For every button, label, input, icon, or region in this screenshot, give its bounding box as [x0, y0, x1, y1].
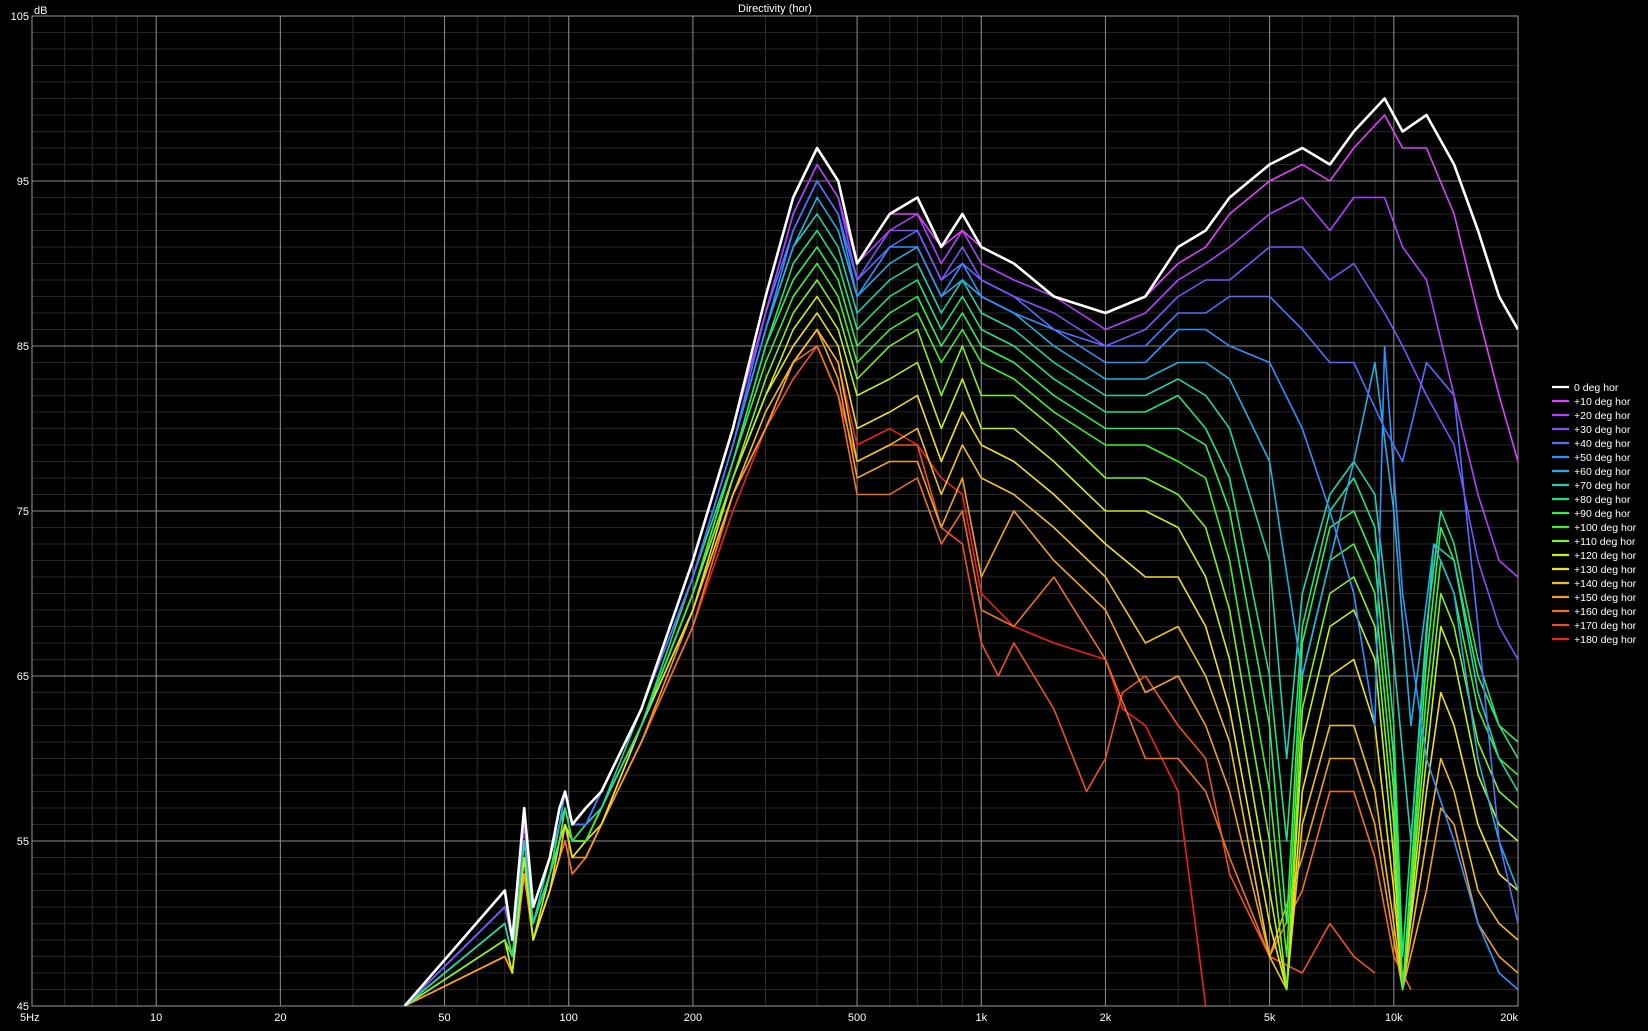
x-tick-label: 20k [1500, 1012, 1518, 1024]
legend-label: +50 deg hor [1574, 452, 1631, 464]
x-tick-label: 5Hz [20, 1012, 40, 1024]
y-tick-label: 95 [17, 176, 29, 188]
x-tick-label: 100 [560, 1012, 578, 1024]
x-tick-label: 500 [848, 1012, 866, 1024]
legend-label: +170 deg hor [1574, 620, 1637, 632]
x-tick-label: 5k [1264, 1012, 1276, 1024]
legend-label: +60 deg hor [1574, 466, 1631, 478]
y-tick-label: 85 [17, 341, 29, 353]
chart-title: Directivity (hor) [738, 3, 812, 15]
x-tick-label: 50 [438, 1012, 450, 1024]
x-tick-label: 10k [1385, 1012, 1403, 1024]
y-tick-label: 105 [11, 11, 29, 23]
x-tick-label: 10 [150, 1012, 162, 1024]
x-tick-label: 20 [274, 1012, 286, 1024]
x-tick-label: 1k [975, 1012, 987, 1024]
legend-label: +160 deg hor [1574, 606, 1637, 618]
legend-label: +40 deg hor [1574, 438, 1631, 450]
legend-label: +140 deg hor [1574, 578, 1637, 590]
legend-label: +180 deg hor [1574, 634, 1637, 646]
legend-label: +150 deg hor [1574, 592, 1637, 604]
legend-label: 0 deg hor [1574, 382, 1619, 394]
legend-label: +80 deg hor [1574, 494, 1631, 506]
y-tick-label: 65 [17, 671, 29, 683]
x-tick-label: 200 [684, 1012, 702, 1024]
legend-label: +30 deg hor [1574, 424, 1631, 436]
y-tick-label: 55 [17, 836, 29, 848]
legend-label: +130 deg hor [1574, 564, 1637, 576]
legend-label: +90 deg hor [1574, 508, 1631, 520]
legend-label: +100 deg hor [1574, 522, 1637, 534]
y-tick-label: 75 [17, 506, 29, 518]
legend-label: +10 deg hor [1574, 396, 1631, 408]
legend-label: +120 deg hor [1574, 550, 1637, 562]
legend-label: +70 deg hor [1574, 480, 1631, 492]
chart-canvas: 455565758595105 5Hz 10 20 50 100 200 500 1k 2k 5k… [0, 0, 1648, 1026]
x-tick-label: 2k [1100, 1012, 1112, 1024]
legend-label: +110 deg hor [1574, 536, 1636, 548]
y-axis-label: dB [34, 5, 47, 17]
directivity-chart: 45 55 65 75 85 95 105 5Hz 10 20 50 100 200 500 1k 2k 5k… [0, 0, 1648, 1026]
legend-label: +20 deg hor [1574, 410, 1631, 422]
chart-background [0, 0, 1648, 1026]
